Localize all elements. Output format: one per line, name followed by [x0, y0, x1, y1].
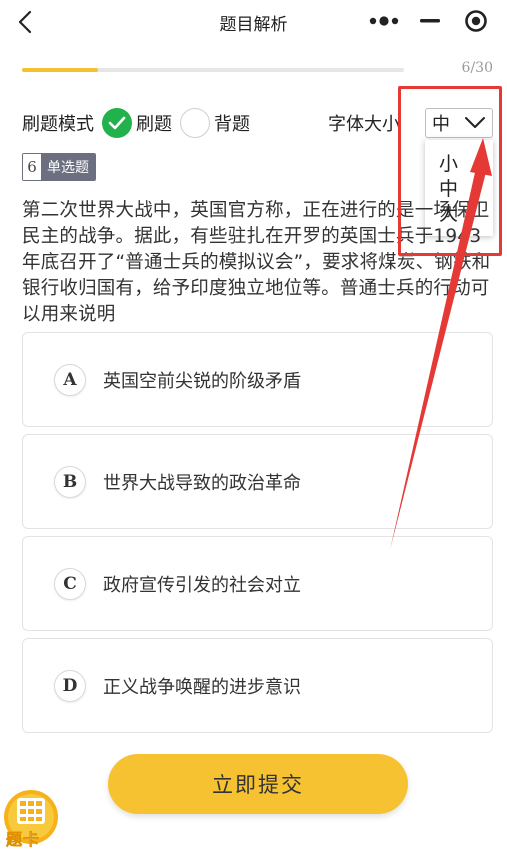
font-size-select[interactable]: 中 [425, 108, 493, 138]
progress-bar [22, 68, 404, 72]
close-button[interactable] [456, 6, 496, 36]
mode-option-memorize-radio[interactable] [180, 108, 210, 138]
option-c[interactable]: C 政府宣传引发的社会对立 [22, 536, 493, 631]
option-text: 英国空前尖锐的阶级矛盾 [103, 370, 301, 392]
mode-label: 刷题模式 [22, 114, 94, 135]
font-size-label: 字体大小 [328, 114, 400, 135]
question-badge: 6 单选题 [22, 153, 96, 181]
more-dots-icon [369, 16, 399, 26]
question-number: 6 [23, 154, 41, 180]
option-b[interactable]: B 世界大战导致的政治革命 [22, 434, 493, 529]
font-size-option-small[interactable]: 小 [439, 152, 493, 177]
progress-fill [22, 68, 99, 72]
option-text: 世界大战导致的政治革命 [103, 472, 301, 494]
nav-bar: 题目解析 [0, 0, 507, 44]
more-button[interactable] [364, 6, 404, 36]
mini-program-capsule [361, 4, 499, 38]
option-letter: D [54, 669, 86, 702]
mode-option-memorize-label[interactable]: 背题 [214, 110, 250, 136]
answer-card-label[interactable]: 题卡 [6, 826, 40, 850]
minimize-button[interactable] [410, 6, 450, 36]
chevron-down-icon [465, 117, 485, 128]
option-text: 政府宣传引发的社会对立 [103, 574, 301, 596]
mode-option-practice-label[interactable]: 刷题 [136, 110, 172, 136]
submit-button[interactable]: 立即提交 [108, 754, 408, 814]
minimize-icon [420, 19, 440, 23]
option-text: 正义战争唤醒的进步意识 [103, 676, 301, 698]
option-letter: B [54, 465, 86, 498]
option-a[interactable]: A 英国空前尖锐的阶级矛盾 [22, 332, 493, 427]
mode-row: 刷题模式 刷题 背题 [22, 106, 256, 140]
question-text: 第二次世界大战中，英国官方称，正在进行的是一场保卫民主的战争。据此，有些驻扎在开… [22, 200, 491, 325]
mode-option-practice-radio[interactable] [102, 108, 132, 138]
check-icon [108, 116, 126, 130]
question-type: 单选题 [41, 154, 95, 180]
option-d[interactable]: D 正义战争唤醒的进步意识 [22, 638, 493, 733]
progress-text: 6/30 [461, 60, 493, 76]
option-letter: C [54, 567, 86, 600]
close-target-icon [465, 10, 487, 32]
option-letter: A [54, 363, 86, 396]
font-size-selected-value: 中 [432, 114, 450, 135]
